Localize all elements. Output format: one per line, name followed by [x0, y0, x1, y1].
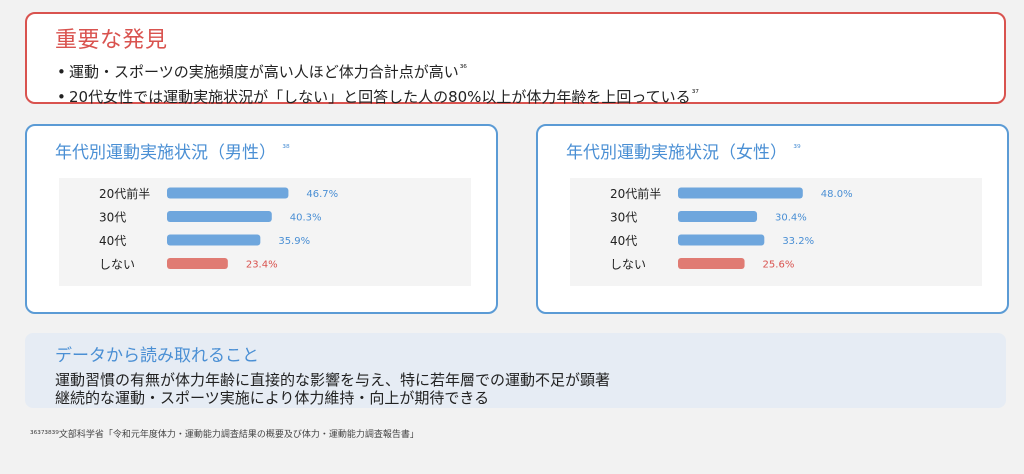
- chart-title-text: 年代別運動実施状況（男性）: [55, 143, 276, 163]
- value-label: 25.6%: [763, 260, 795, 271]
- category-label: 30代: [610, 211, 637, 225]
- male-bar-chart: 20代前半 46.7% 30代 40.3% 40代 35.9% しない 23.4%: [99, 186, 338, 272]
- value-label: 35.9%: [278, 236, 310, 247]
- male-chart-panel: 年代別運動実施状況（男性） ³⁸ 20代前半 46.7% 30代 40.3% 40代 35…: [25, 124, 498, 314]
- bar: [167, 258, 228, 269]
- value-label: 46.7%: [306, 189, 338, 200]
- key-finding-item: • 20代女性では運動実施状況が「しない」と回答した人の80%以上が体力年齢を上回…: [57, 88, 699, 106]
- female-chart-title: 年代別運動実施状況（女性） ³⁹: [566, 138, 801, 163]
- reference-mark: ³⁶: [459, 64, 467, 74]
- value-label: 33.2%: [782, 236, 814, 247]
- bar: [167, 234, 261, 246]
- bar: [678, 234, 765, 246]
- category-label: 40代: [610, 234, 637, 248]
- category-label: 20代前半: [610, 186, 661, 201]
- male-chart-title: 年代別運動実施状況（男性） ³⁸: [55, 138, 290, 163]
- bar: [678, 258, 745, 269]
- summary-title: データから読み取れること: [55, 346, 259, 366]
- key-finding-text: 20代女性では運動実施状況が「しない」と回答した人の80%以上が体力年齢を上回っ…: [69, 88, 691, 106]
- bar: [167, 187, 289, 199]
- summary-box: データから読み取れること 運動習慣の有無が体力年齢に直接的な影響を与え、特に若年…: [25, 333, 1006, 408]
- reference-mark: ³⁷: [691, 89, 699, 99]
- female-chart-panel: 年代別運動実施状況（女性） ³⁹ 20代前半 48.0% 30代 30.4% 40代 33…: [536, 124, 1009, 314]
- key-finding-text: 運動・スポーツの実施頻度が高い人ほど体力合計点が高い: [69, 63, 459, 81]
- category-label: しない: [610, 258, 646, 272]
- female-chart-area: 20代前半 48.0% 30代 30.4% 40代 33.2% しない 25.6%: [570, 178, 982, 286]
- key-finding-item: • 運動・スポーツの実施頻度が高い人ほど体力合計点が高い³⁶: [57, 63, 467, 81]
- reference-mark: ³⁸: [282, 144, 290, 155]
- category-label: しない: [99, 258, 135, 272]
- category-label: 40代: [99, 234, 126, 248]
- source-footnote: ³⁶³⁷³⁸³⁹文部科学省「令和元年度体力・運動能力調査結果の概要及び体力・運動…: [30, 430, 419, 440]
- key-findings-list: • 運動・スポーツの実施頻度が高い人ほど体力合計点が高い³⁶ • 20代女性では運動…: [57, 58, 699, 108]
- bar: [167, 211, 272, 222]
- value-label: 40.3%: [290, 213, 322, 224]
- value-label: 23.4%: [246, 260, 278, 271]
- key-findings-box: 重要な発見 • 運動・スポーツの実施頻度が高い人ほど体力合計点が高い³⁶ • 20代…: [25, 12, 1006, 106]
- reference-mark: ³⁹: [793, 144, 801, 155]
- category-label: 30代: [99, 211, 126, 225]
- summary-line: 継続的な運動・スポーツ実施により体力維持・向上が期待できる: [55, 389, 490, 407]
- male-chart-area: 20代前半 46.7% 30代 40.3% 40代 35.9% しない 23.4%: [59, 178, 471, 286]
- value-label: 30.4%: [775, 213, 807, 224]
- value-label: 48.0%: [821, 189, 853, 200]
- chart-title-text: 年代別運動実施状況（女性）: [566, 143, 787, 163]
- bar: [678, 211, 758, 222]
- key-findings-title: 重要な発見: [55, 28, 168, 53]
- bar: [678, 187, 803, 199]
- female-bar-chart: 20代前半 48.0% 30代 30.4% 40代 33.2% しない 25.6%: [610, 186, 853, 272]
- category-label: 20代前半: [99, 186, 150, 201]
